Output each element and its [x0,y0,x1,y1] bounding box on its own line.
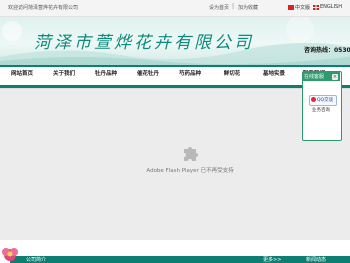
news-heading: 新闻动态 [306,257,327,263]
widget-subtitle: 业务咨询 [312,108,330,113]
widget-title: 在线客服 [304,74,325,80]
set-home-link[interactable]: 设为首页 [209,4,229,11]
company-intro-heading: 公司简介 [26,257,47,263]
flash-unsupported-message: Adobe Flash Player 已不再受支持 [146,168,234,174]
add-favorite-link[interactable]: 加为收藏 [238,4,258,11]
hotline-text: 咨询热线：0530 [304,47,350,54]
online-service-widget [302,71,342,141]
nav-item-cut-flowers[interactable]: 鲜切花 [212,69,252,77]
section-header-bar [10,256,350,263]
nav-item-peony-varieties[interactable]: 牡丹品种 [86,69,126,77]
flash-placeholder [0,88,350,241]
nav-item-base[interactable]: 基地实景 [254,69,294,77]
more-link[interactable]: 更多>> [263,256,281,263]
lang-en-link[interactable]: ENGLISH [320,4,342,10]
company-name-logo: 菏泽市萱烨花卉有限公司 [34,33,254,53]
china-flag-icon [288,5,294,10]
flower-decoration-icon [2,248,18,261]
uk-flag-icon [313,5,319,10]
nav-item-about[interactable]: 关于我们 [44,69,84,77]
nav-item-forced-peony[interactable]: 催花牡丹 [128,69,168,77]
top-separator: | [232,3,235,10]
close-icon[interactable]: × [332,74,338,80]
qq-penguin-icon [311,97,316,102]
qq-chat-label: QQ交谈 [317,98,334,103]
lang-cn-link[interactable]: 中文版 [295,4,310,11]
nav-item-herbaceous-peony[interactable]: 芍药品种 [170,69,210,77]
nav-item-home[interactable]: 网站首页 [2,69,42,77]
puzzle-plugin-icon [184,147,198,161]
welcome-text: 欢迎访问菏泽萱烨花卉有限公司 [8,5,79,11]
